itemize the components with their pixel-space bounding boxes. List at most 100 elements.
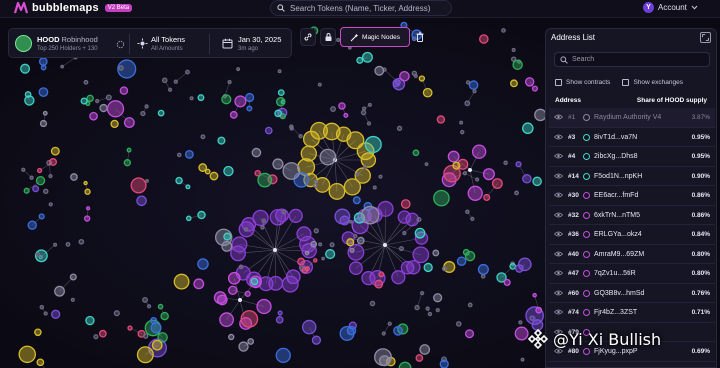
holder-bubble[interactable] [491,178,503,189]
holder-bubble[interactable] [157,109,165,117]
holder-bubble[interactable] [425,306,430,311]
expand-icon[interactable] [700,32,711,43]
holder-bubble[interactable] [244,290,251,297]
address-row[interactable]: #30 EE6acr...fmFd 0.86% [549,186,715,206]
holder-bubble[interactable] [366,121,372,126]
holder-bubble[interactable] [144,104,149,109]
holder-bubble[interactable] [60,64,65,69]
holder-bubble[interactable] [343,112,349,118]
holder-bubble[interactable] [391,270,406,285]
holder-bubble[interactable] [227,271,241,285]
holder-bubble[interactable] [482,168,495,181]
holder-bubble[interactable] [352,196,361,205]
holder-bubble[interactable] [281,275,299,293]
holder-bubble[interactable] [275,347,291,364]
holder-bubble[interactable] [349,247,355,253]
holder-bubble[interactable] [35,175,46,186]
holder-bubble[interactable] [532,292,537,298]
account-menu[interactable]: Y Account [643,2,698,13]
holder-bubble[interactable] [464,250,476,262]
holder-bubble[interactable] [447,150,460,163]
holder-bubble[interactable] [173,273,190,290]
address-row[interactable]: #3 8ivT1d...va7N 0.95% [549,128,715,147]
holder-bubble[interactable] [509,263,517,270]
holder-bubble[interactable] [32,185,40,193]
holder-bubble[interactable] [43,311,48,316]
holder-bubble[interactable] [83,215,91,222]
holder-bubble[interactable] [200,134,206,140]
holder-bubble[interactable] [38,87,49,98]
holder-bubble[interactable] [245,92,255,103]
holder-bubble[interactable] [83,180,88,186]
holder-bubble[interactable] [264,126,273,135]
holder-bubble[interactable] [399,70,410,82]
holder-bubble[interactable] [535,306,543,314]
holder-bubble[interactable] [157,303,164,310]
holder-bubble[interactable] [381,331,386,336]
eye-icon[interactable] [554,192,563,198]
holder-bubble[interactable] [378,174,383,179]
holder-bubble[interactable] [36,167,43,174]
address-search-input[interactable]: Search [554,52,710,67]
holder-bubble[interactable] [361,106,367,111]
holder-bubble[interactable] [374,348,392,367]
holder-bubble[interactable] [119,86,129,95]
holder-bubble[interactable] [412,149,420,157]
holder-bubble[interactable] [78,238,85,245]
holder-bubble[interactable] [369,300,376,307]
show-exchanges-checkbox[interactable]: Show exchanges [622,79,683,86]
holder-bubble[interactable] [223,232,232,241]
holder-bubble[interactable] [483,193,491,201]
holder-bubble[interactable] [151,339,163,351]
holder-bubble[interactable] [65,241,71,247]
holder-bubble[interactable] [216,294,228,306]
address-row[interactable]: #4 2ibcXg...Dhs8 0.95% [549,147,715,167]
holder-bubble[interactable] [503,278,511,287]
holder-bubble[interactable] [353,233,358,239]
holder-bubble[interactable] [84,188,91,195]
holder-bubble[interactable] [372,185,377,190]
token-search-input[interactable]: Search Tokens (Name, Ticker, Address) [270,0,452,16]
holder-bubble[interactable] [175,176,183,185]
holder-bubble[interactable] [328,182,346,200]
holder-bubble[interactable] [288,124,294,130]
holder-bubble[interactable] [246,105,253,112]
holder-bubble[interactable] [80,97,88,105]
holder-bubble[interactable] [356,56,364,64]
holder-bubble[interactable] [160,311,169,321]
holder-bubble[interactable] [123,117,135,129]
holder-bubble[interactable] [167,87,173,92]
holder-bubble[interactable] [462,171,468,176]
holder-bubble[interactable] [227,79,232,85]
holder-bubble[interactable] [99,103,108,113]
holder-bubble[interactable] [49,158,57,166]
address-row[interactable]: #14 F5od1N...npKH 0.90% [549,167,715,186]
holder-bubble[interactable] [136,195,147,207]
holder-bubble[interactable] [520,357,525,362]
holder-bubble[interactable] [478,34,489,44]
holder-bubble[interactable] [298,134,303,139]
holder-bubble[interactable] [189,96,194,101]
holder-bubble[interactable] [459,120,464,125]
holder-bubble[interactable] [95,98,100,104]
holder-bubble[interactable] [329,242,335,248]
holder-bubble[interactable] [532,176,542,187]
holder-bubble[interactable] [40,64,47,71]
holder-bubble[interactable] [402,230,407,236]
holder-bubble[interactable] [317,82,322,87]
holder-bubble[interactable] [229,110,238,119]
eye-icon[interactable] [554,231,563,237]
holder-bubble[interactable] [374,65,385,76]
holder-bubble[interactable] [511,47,516,53]
trash-button[interactable] [414,28,426,46]
holder-bubble[interactable] [393,325,403,336]
holder-bubble[interactable] [277,69,282,74]
holder-bubble[interactable] [435,308,440,313]
holder-bubble[interactable] [441,265,448,272]
lock-button[interactable] [320,28,336,46]
holder-bubble[interactable] [522,174,532,184]
holder-bubble[interactable] [43,188,49,195]
holder-bubble[interactable] [524,77,535,87]
holder-bubble[interactable] [531,85,539,92]
holder-bubble[interactable] [105,94,112,101]
